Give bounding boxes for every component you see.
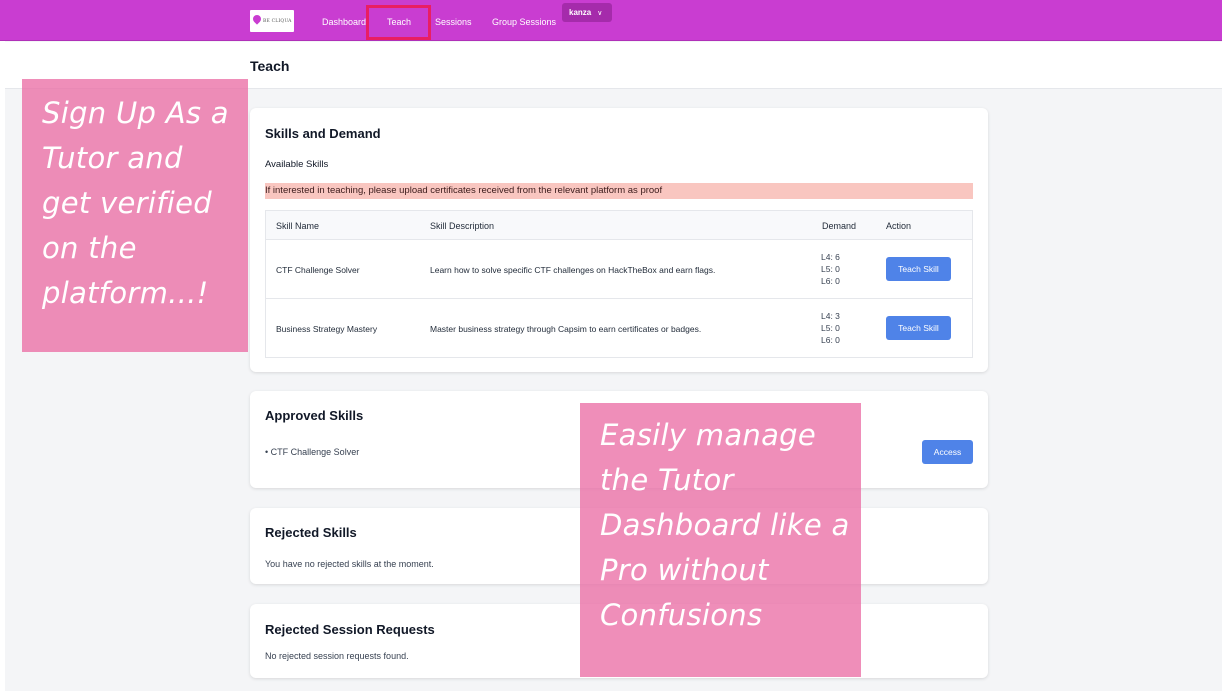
promo-line: platform...!	[42, 276, 209, 310]
nav-dashboard[interactable]: Dashboard	[322, 17, 366, 27]
demand-l4: L4: 3	[821, 311, 840, 321]
column-skill-name: Skill Name	[276, 221, 320, 231]
column-action: Action	[886, 221, 912, 231]
top-navbar: BE CLIQUA Dashboard Teach Sessions Group…	[0, 0, 1222, 41]
promo-line: Confusions	[600, 598, 763, 632]
demand-l4: L4: 6	[821, 252, 840, 262]
nav-teach[interactable]: Teach	[387, 17, 411, 27]
teach-skill-button[interactable]: Teach Skill	[886, 257, 951, 281]
list-item: • CTF Challenge Solver	[265, 447, 359, 457]
logo-text: BE CLIQUA	[263, 18, 292, 24]
promo-line: on the	[42, 231, 137, 265]
logo-icon	[253, 15, 261, 27]
skills-demand-card: Skills and Demand Available Skills If in…	[250, 108, 988, 372]
table-row: Business Strategy Mastery Master busines…	[266, 299, 972, 358]
demand-levels: L4: 3 L5: 0 L6: 0	[821, 310, 840, 346]
table-header: Skill Name Skill Description Demand Acti…	[266, 211, 972, 240]
promo-line: Pro without	[600, 553, 769, 587]
skill-name: CTF Challenge Solver	[276, 265, 360, 275]
promo-overlay-right: Easily manage the Tutor Dashboard like a…	[580, 403, 861, 677]
promo-line: Easily manage	[600, 418, 817, 452]
teach-skill-button[interactable]: Teach Skill	[886, 316, 951, 340]
column-demand: Demand	[822, 221, 857, 231]
skill-description: Master business strategy through Capsim …	[430, 324, 702, 334]
empty-message: You have no rejected skills at the momen…	[265, 559, 434, 569]
column-skill-description: Skill Description	[430, 221, 495, 231]
page-title: Teach	[250, 58, 290, 74]
card-title: Approved Skills	[265, 408, 364, 423]
nav-group-sessions[interactable]: Group Sessions	[492, 17, 556, 27]
skills-table: Skill Name Skill Description Demand Acti…	[265, 210, 973, 358]
card-title: Rejected Skills	[265, 525, 357, 540]
demand-levels: L4: 6 L5: 0 L6: 0	[821, 251, 840, 287]
user-name: kanza	[569, 8, 592, 17]
approved-skill-name: CTF Challenge Solver	[270, 447, 360, 457]
promo-line: Sign Up As a	[42, 96, 229, 130]
available-skills-label: Available Skills	[265, 159, 329, 170]
demand-l6: L6: 0	[821, 276, 840, 286]
promo-line: Tutor and	[42, 141, 183, 175]
promo-overlay-left: Sign Up As a Tutor and get verified on t…	[22, 79, 248, 352]
app-logo[interactable]: BE CLIQUA	[250, 10, 294, 32]
promo-line: Dashboard like a	[600, 508, 850, 542]
empty-message: No rejected session requests found.	[265, 651, 409, 661]
card-title: Rejected Session Requests	[265, 622, 435, 637]
nav-sessions[interactable]: Sessions	[435, 17, 472, 27]
card-title: Skills and Demand	[265, 126, 381, 141]
skill-description: Learn how to solve specific CTF challeng…	[430, 265, 716, 275]
demand-l5: L5: 0	[821, 264, 840, 274]
certificate-alert: If interested in teaching, please upload…	[265, 183, 973, 199]
access-button[interactable]: Access	[922, 440, 973, 464]
demand-l6: L6: 0	[821, 335, 840, 345]
promo-line: the Tutor	[600, 463, 734, 497]
promo-line: get verified	[42, 186, 212, 220]
chevron-down-icon: ∨	[597, 9, 603, 17]
user-menu[interactable]: kanza ∨	[562, 3, 612, 22]
table-row: CTF Challenge Solver Learn how to solve …	[266, 240, 972, 299]
demand-l5: L5: 0	[821, 323, 840, 333]
skill-name: Business Strategy Mastery	[276, 324, 378, 334]
window-edge	[0, 0, 5, 691]
